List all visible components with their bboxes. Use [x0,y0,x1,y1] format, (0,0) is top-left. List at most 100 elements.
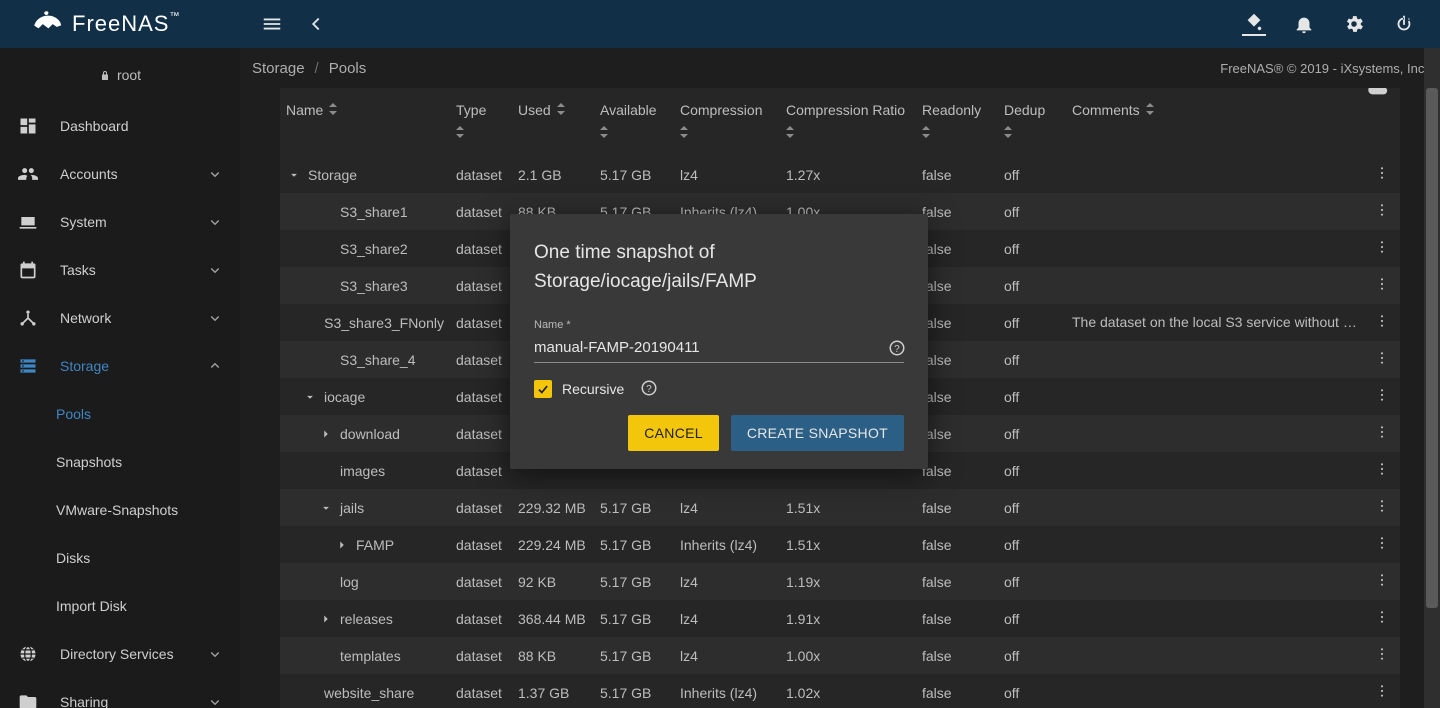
sidebar-subitem-vmsnaps[interactable]: VMware-Snapshots [0,486,240,534]
notifications-icon[interactable] [1292,12,1316,36]
col-used[interactable]: Used [512,92,594,156]
sidebar-subitem-import[interactable]: Import Disk [0,582,240,630]
more-icon[interactable] [1374,205,1390,221]
power-icon[interactable] [1392,12,1416,36]
sidebar-item-system[interactable]: System [0,198,240,246]
cell-type: dataset [450,193,512,230]
svg-text:?: ? [894,344,900,355]
expander-icon[interactable] [318,611,334,627]
expander-icon[interactable] [318,500,334,516]
more-icon[interactable] [1374,242,1390,258]
cell-type: dataset [450,267,512,304]
breadcrumb-b[interactable]: Pools [329,60,367,77]
col-compression[interactable]: Compression [674,92,780,156]
col-comments[interactable]: Comments [1066,92,1366,156]
table-row[interactable]: logdataset92 KB5.17 GBlz41.19xfalseoff [280,563,1400,600]
theme-icon[interactable] [1242,12,1266,36]
more-icon[interactable] [1374,353,1390,369]
more-icon[interactable] [1374,612,1390,628]
chevron-down-icon [206,309,224,327]
sidebar-item-storage[interactable]: Storage [0,342,240,390]
help-icon[interactable]: ? [888,339,908,359]
hamburger-icon[interactable] [260,12,284,36]
chevron-down-icon [206,165,224,183]
cell-comments [1066,415,1366,452]
cell-available: 5.17 GB [594,526,674,563]
cell-type: dataset [450,341,512,378]
col-name[interactable]: Name [280,92,450,156]
more-icon[interactable] [1374,686,1390,702]
cell-comments: The dataset on the local S3 service with… [1066,304,1366,341]
sidebar-item-label: Storage [60,358,109,374]
table-row[interactable]: templatesdataset88 KB5.17 GBlz41.00xfals… [280,637,1400,674]
cell-dedup: off [998,563,1066,600]
more-icon[interactable] [1374,279,1390,295]
sidebar-item-dashboard[interactable]: Dashboard [0,102,240,150]
col-available[interactable]: Available [594,92,674,156]
vertical-scrollbar[interactable] [1424,48,1440,708]
sidebar-item-accounts[interactable]: Accounts [0,150,240,198]
table-row[interactable]: website_sharedataset1.37 GB5.17 GBInheri… [280,674,1400,708]
sidebar-item-label: Dashboard [60,118,129,134]
cell-ratio: 1.51x [780,489,916,526]
more-icon[interactable] [1374,168,1390,184]
cell-compression: lz4 [674,489,780,526]
cell-dedup: off [998,267,1066,304]
expander-icon[interactable] [286,167,302,183]
chevron-down-icon [206,213,224,231]
help-icon[interactable]: ? [640,379,660,399]
col-type[interactable]: Type [450,92,512,156]
sidebar-item-network[interactable]: Network [0,294,240,342]
more-icon[interactable] [1374,538,1390,554]
expander-icon[interactable] [318,426,334,442]
cell-comments [1066,267,1366,304]
expander-icon[interactable] [334,537,350,553]
cell-comments [1066,452,1366,489]
more-icon[interactable] [1374,316,1390,332]
sidebar-item-tasks[interactable]: Tasks [0,246,240,294]
cell-readonly: false [916,378,998,415]
table-row[interactable]: Storagedataset2.1 GB5.17 GBlz41.27xfalse… [280,156,1400,193]
back-icon[interactable] [304,12,328,36]
cell-used: 229.32 MB [512,489,594,526]
cell-compression: Inherits (lz4) [674,674,780,708]
cell-used: 92 KB [512,563,594,600]
recursive-checkbox[interactable] [534,380,552,398]
cell-comments [1066,341,1366,378]
cell-ratio: 1.19x [780,563,916,600]
sidebar-item-directory[interactable]: Directory Services [0,630,240,678]
dataset-name: iocage [324,389,365,405]
name-field: Name * ? [534,319,904,363]
sidebar-subitem-pools[interactable]: Pools [0,390,240,438]
more-icon[interactable] [1374,464,1390,480]
sidebar-subitem-disks[interactable]: Disks [0,534,240,582]
more-icon[interactable] [1374,649,1390,665]
expander-icon[interactable] [302,389,318,405]
sidebar-item-label: Tasks [60,262,96,278]
sidebar-item-label: Network [60,310,111,326]
more-icon[interactable] [1374,575,1390,591]
more-icon[interactable] [1374,501,1390,517]
more-icon[interactable] [1374,390,1390,406]
sidebar-item-sharing[interactable]: Sharing [0,678,240,708]
col-readonly[interactable]: Readonly [916,92,998,156]
col-dedup[interactable]: Dedup [998,92,1066,156]
chevron-down-icon [206,645,224,663]
breadcrumb-a[interactable]: Storage [252,60,305,77]
dataset-name: FAMP [356,537,394,553]
create-snapshot-button[interactable]: Create Snapshot [731,415,904,451]
snapshot-name-input[interactable] [534,335,904,363]
table-row[interactable]: jailsdataset229.32 MB5.17 GBlz41.51xfals… [280,489,1400,526]
hub-icon [16,306,40,330]
cell-comments [1066,156,1366,193]
sidebar-subitem-snapshots[interactable]: Snapshots [0,438,240,486]
scrollbar-thumb[interactable] [1426,88,1438,608]
cancel-button[interactable]: Cancel [628,415,719,451]
settings-icon[interactable] [1342,12,1366,36]
cell-dedup: off [998,341,1066,378]
table-row[interactable]: FAMPdataset229.24 MB5.17 GBInherits (lz4… [280,526,1400,563]
col-ratio[interactable]: Compression Ratio [780,92,916,156]
table-row[interactable]: releasesdataset368.44 MB5.17 GBlz41.91xf… [280,600,1400,637]
more-icon[interactable] [1374,427,1390,443]
cell-comments [1066,637,1366,674]
